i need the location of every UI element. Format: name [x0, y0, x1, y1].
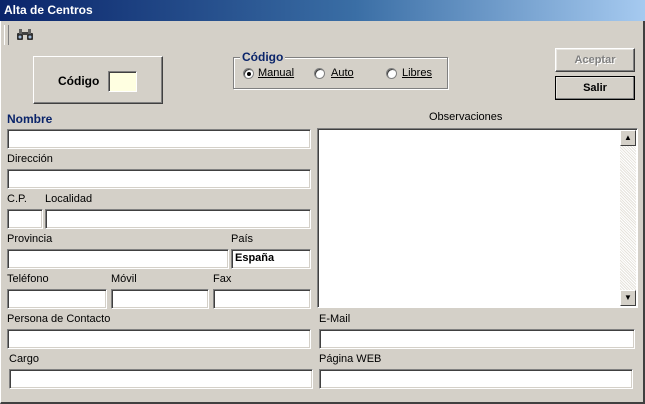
- movil-label: Móvil: [111, 273, 137, 285]
- radio-libres[interactable]: [386, 68, 397, 79]
- window-title-bar: Alta de Centros: [0, 0, 645, 21]
- web-label: Página WEB: [319, 353, 382, 365]
- toolbar-grip: [4, 25, 9, 45]
- contacto-label: Persona de Contacto: [7, 313, 111, 325]
- radio-auto-label[interactable]: Auto: [331, 67, 354, 79]
- code-mode-group-title: Código: [240, 50, 286, 64]
- contacto-field[interactable]: [7, 329, 311, 349]
- telefono-field[interactable]: [7, 289, 107, 309]
- web-field[interactable]: [319, 369, 633, 389]
- cp-label: C.P.: [7, 193, 27, 205]
- pais-field[interactable]: España: [231, 249, 311, 269]
- cargo-field[interactable]: [9, 369, 313, 389]
- fax-label: Fax: [213, 273, 232, 285]
- cargo-label: Cargo: [9, 353, 39, 365]
- cp-field[interactable]: [7, 209, 43, 229]
- movil-field[interactable]: [111, 289, 209, 309]
- nombre-label: Nombre: [7, 112, 53, 126]
- code-input[interactable]: [108, 71, 137, 92]
- localidad-label: Localidad: [45, 193, 93, 205]
- direccion-label: Dirección: [7, 153, 53, 165]
- window-title: Alta de Centros: [4, 3, 93, 17]
- scroll-down-icon[interactable]: ▼: [620, 290, 636, 306]
- direccion-field[interactable]: [7, 169, 311, 189]
- exit-button[interactable]: Salir: [555, 76, 635, 100]
- fax-field[interactable]: [213, 289, 311, 309]
- code-label: Código: [58, 74, 100, 88]
- telefono-label: Teléfono: [7, 273, 49, 285]
- provincia-field[interactable]: [7, 249, 229, 269]
- email-label: E-Mail: [319, 313, 351, 325]
- search-button[interactable]: [13, 25, 37, 45]
- observaciones-scrollbar[interactable]: ▲ ▼: [620, 130, 636, 306]
- accept-button[interactable]: Aceptar: [555, 48, 635, 72]
- radio-auto[interactable]: [314, 68, 325, 79]
- pais-label: País: [231, 233, 254, 245]
- radio-libres-label[interactable]: Libres: [402, 67, 432, 79]
- radio-manual-label[interactable]: Manual: [258, 67, 294, 79]
- provincia-label: Provincia: [7, 233, 53, 245]
- email-field[interactable]: [319, 329, 635, 349]
- binoculars-icon: [17, 29, 33, 40]
- nombre-field[interactable]: [7, 129, 311, 149]
- observaciones-label: Observaciones: [429, 111, 503, 123]
- scroll-up-icon[interactable]: ▲: [620, 130, 636, 146]
- radio-manual[interactable]: [243, 68, 254, 79]
- localidad-field[interactable]: [45, 209, 311, 229]
- observaciones-field[interactable]: ▲ ▼: [317, 128, 638, 308]
